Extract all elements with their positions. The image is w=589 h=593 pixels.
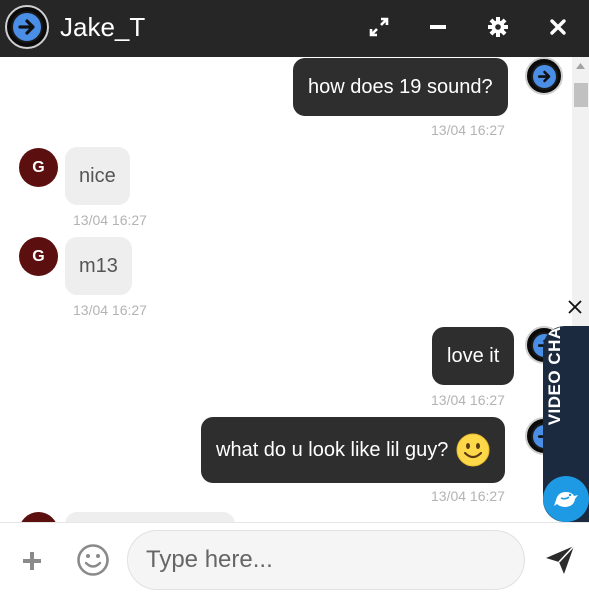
message-bubble-outgoing: love it [432, 327, 515, 385]
message-text: how does 19 sound? [308, 75, 493, 98]
send-button[interactable] [544, 544, 576, 576]
expand-icon [369, 17, 389, 37]
video-chat-close-button[interactable] [562, 294, 588, 320]
expand-button[interactable] [366, 14, 392, 40]
gear-icon [488, 17, 508, 37]
message-timestamp: 13/04 16:27 [73, 212, 147, 228]
chat-title[interactable]: Jake_T [60, 12, 145, 43]
message-input[interactable] [128, 531, 524, 589]
message-timestamp: 13/04 16:27 [431, 488, 505, 504]
smiley-icon [77, 544, 109, 576]
user-avatar[interactable] [5, 5, 49, 49]
video-chat-launcher[interactable] [543, 476, 589, 522]
message-text: love it [447, 344, 500, 367]
attach-button[interactable] [18, 547, 46, 575]
message-timestamp: 13/04 16:27 [73, 302, 147, 318]
plus-icon [23, 552, 41, 570]
bird-icon [554, 492, 578, 507]
paper-plane-icon [546, 545, 575, 574]
scrollbar-thumb[interactable] [574, 83, 588, 107]
contact-avatar[interactable]: G [19, 148, 58, 187]
avatar-initial: G [32, 247, 45, 265]
emoji-button[interactable] [76, 543, 110, 577]
my-avatar[interactable] [525, 57, 563, 95]
caret-up-icon [576, 62, 585, 69]
close-button[interactable] [545, 14, 571, 40]
message-input-wrapper [127, 530, 525, 590]
message-bubble-outgoing: how does 19 sound? [293, 58, 508, 116]
close-icon [550, 19, 566, 35]
avatar-initial: G [32, 158, 45, 176]
smiley-emoji-icon [456, 433, 490, 467]
message-timestamp: 13/04 16:27 [431, 392, 505, 408]
composer-bar [0, 522, 589, 593]
message-list[interactable]: how does 19 sound? 13/04 16:27 G nice 13… [0, 57, 589, 522]
chat-header: Jake_T [0, 0, 589, 57]
message-bubble-incoming: nice [65, 147, 130, 205]
video-chat-label: VIDEO CHAT [545, 326, 564, 426]
close-icon [568, 300, 582, 314]
contact-avatar[interactable] [19, 512, 58, 522]
minimize-button[interactable] [425, 14, 451, 40]
arrow-right-icon [18, 19, 35, 35]
settings-button[interactable] [485, 14, 511, 40]
message-text: what do u look like lil guy? [216, 438, 449, 461]
minimize-icon [430, 25, 446, 29]
scroll-up-arrow[interactable] [572, 57, 589, 74]
message-text: nice [79, 164, 116, 187]
message-timestamp: 13/04 16:27 [431, 122, 505, 138]
message-bubble-incoming: m13 [65, 237, 132, 295]
contact-avatar[interactable]: G [19, 237, 58, 276]
message-text: m13 [79, 254, 118, 277]
arrow-right-icon [537, 70, 550, 82]
message-bubble-incoming [65, 512, 235, 522]
message-bubble-outgoing: what do u look like lil guy? [201, 417, 506, 483]
